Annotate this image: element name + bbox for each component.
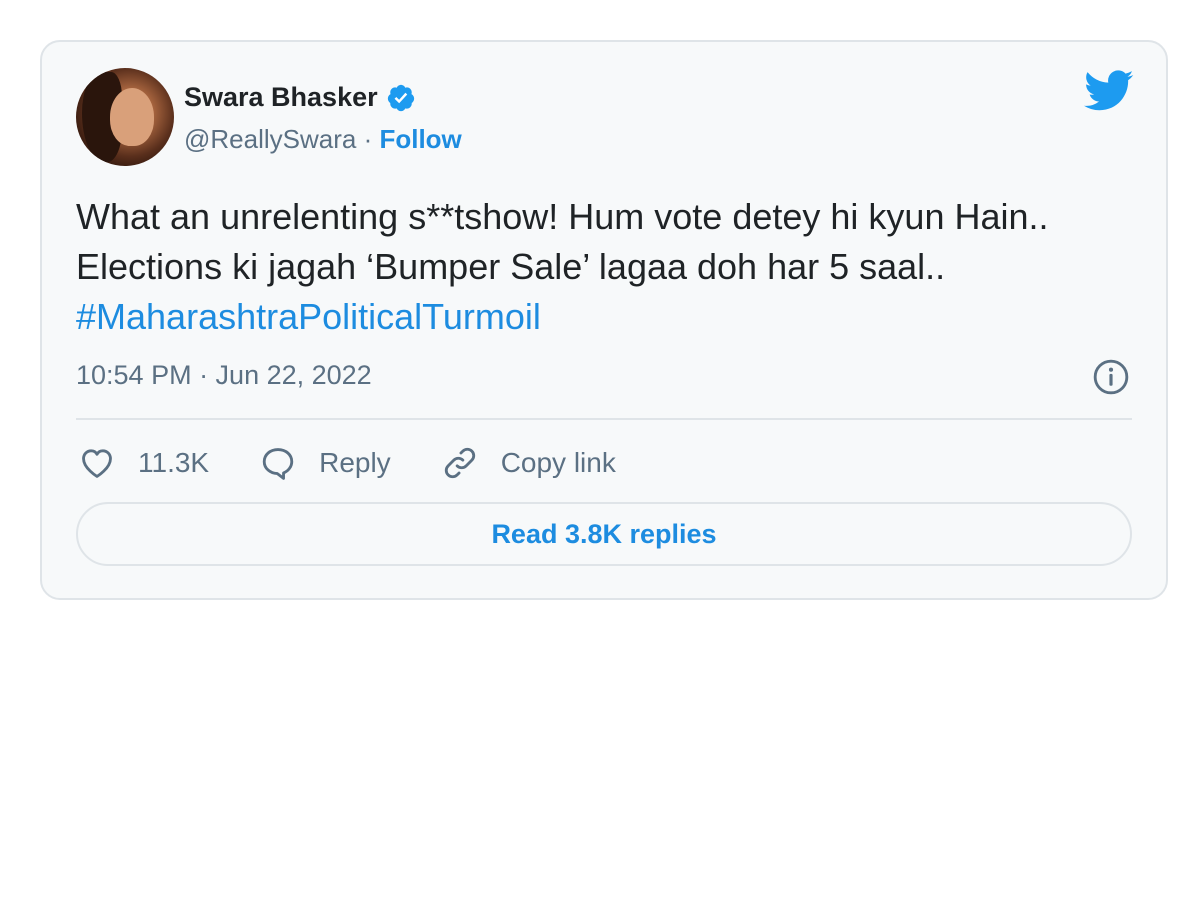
avatar[interactable] <box>76 68 174 166</box>
copy-link-button[interactable]: Copy link <box>441 444 616 482</box>
info-icon[interactable] <box>1092 358 1130 396</box>
reply-label: Reply <box>319 447 391 478</box>
heart-icon <box>82 449 112 478</box>
timestamp[interactable]: 10:54 PM · Jun 22, 2022 <box>76 360 372 391</box>
reply-button[interactable]: Reply <box>259 444 391 482</box>
like-button[interactable]: 11.3K <box>78 444 209 482</box>
handle-row: @ReallySwara · Follow <box>184 124 462 155</box>
avatar-face <box>110 88 154 146</box>
copy-link-label: Copy link <box>500 447 616 478</box>
reply-bubble-icon <box>262 448 294 480</box>
tweet-actions: 11.3K Reply Copy link <box>78 438 666 488</box>
author-name[interactable]: Swara Bhasker <box>184 82 378 113</box>
handle-separator: · <box>356 124 380 154</box>
tweet-text: What an unrelenting s**tshow! Hum vote d… <box>76 192 1126 342</box>
divider <box>76 418 1132 420</box>
verified-badge-icon <box>387 84 414 111</box>
twitter-logo-icon[interactable] <box>1084 70 1134 112</box>
tweet-card: Swara Bhasker @ReallySwara · Follow What… <box>40 40 1168 600</box>
follow-link[interactable]: Follow <box>379 124 461 154</box>
author-name-row[interactable]: Swara Bhasker <box>184 82 416 113</box>
link-icon <box>444 447 475 479</box>
hashtag-link[interactable]: #MaharashtraPoliticalTurmoil <box>76 296 541 337</box>
read-replies-button[interactable]: Read 3.8K replies <box>76 502 1132 566</box>
author-handle[interactable]: @ReallySwara <box>184 124 356 154</box>
tweet-body: What an unrelenting s**tshow! Hum vote d… <box>76 196 1049 287</box>
like-count: 11.3K <box>138 447 210 478</box>
